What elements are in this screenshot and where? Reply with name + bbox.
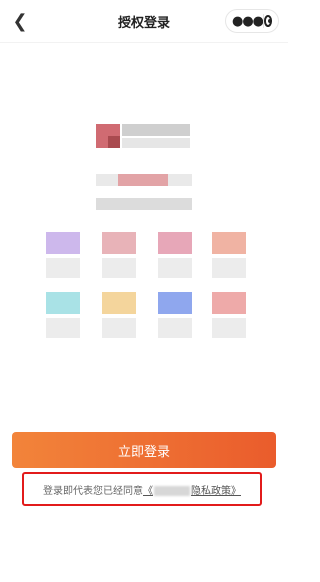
- privacy-policy-text: 隐私政策: [191, 485, 231, 497]
- blurred-logo: [108, 136, 120, 148]
- blurred-tile-label: [46, 318, 80, 338]
- link-open-bracket: 《: [143, 485, 153, 497]
- more-dots-icon[interactable]: ●●●: [232, 14, 264, 29]
- blurred-grid-item: [212, 232, 246, 282]
- blurred-grid-item: [46, 292, 80, 342]
- blurred-tile: [46, 292, 80, 314]
- blurred-tile: [212, 292, 246, 314]
- login-button[interactable]: 立即登录: [12, 432, 276, 468]
- privacy-policy-link[interactable]: 《 隐私政策》: [143, 482, 241, 497]
- blurred-subtitle: [96, 198, 192, 210]
- miniapp-capsule: ●●●: [225, 9, 279, 33]
- blurred-tile-label: [212, 258, 246, 278]
- blurred-tile-label: [158, 258, 192, 278]
- blurred-grid-item: [158, 232, 192, 282]
- blurred-grid-item: [46, 232, 80, 282]
- blurred-grid-item: [102, 232, 136, 282]
- blurred-tile: [212, 232, 246, 254]
- blurred-tile: [158, 232, 192, 254]
- blurred-tile: [46, 232, 80, 254]
- blurred-tile-label: [212, 318, 246, 338]
- redacted-app-name: [154, 485, 190, 496]
- target-circle-icon[interactable]: [263, 15, 272, 27]
- blurred-tile: [102, 232, 136, 254]
- link-close-bracket: 》: [231, 485, 241, 497]
- blurred-tile-label: [102, 258, 136, 278]
- blurred-app-name: [122, 138, 190, 148]
- blurred-tile-label: [102, 318, 136, 338]
- privacy-agreement: 登录即代表您已经同意 《 隐私政策》: [22, 472, 262, 506]
- blurred-app-name: [122, 124, 190, 136]
- blurred-tile: [158, 292, 192, 314]
- blurred-subtitle: [118, 174, 168, 186]
- blurred-grid-item: [102, 292, 136, 342]
- blurred-tile-label: [158, 318, 192, 338]
- top-bar: ❮ 授权登录 ●●●: [0, 0, 288, 43]
- blurred-grid-item: [158, 292, 192, 342]
- blurred-tile-label: [46, 258, 80, 278]
- blurred-grid-item: [212, 292, 246, 342]
- agreement-prefix: 登录即代表您已经同意: [43, 485, 143, 497]
- blurred-tile: [102, 292, 136, 314]
